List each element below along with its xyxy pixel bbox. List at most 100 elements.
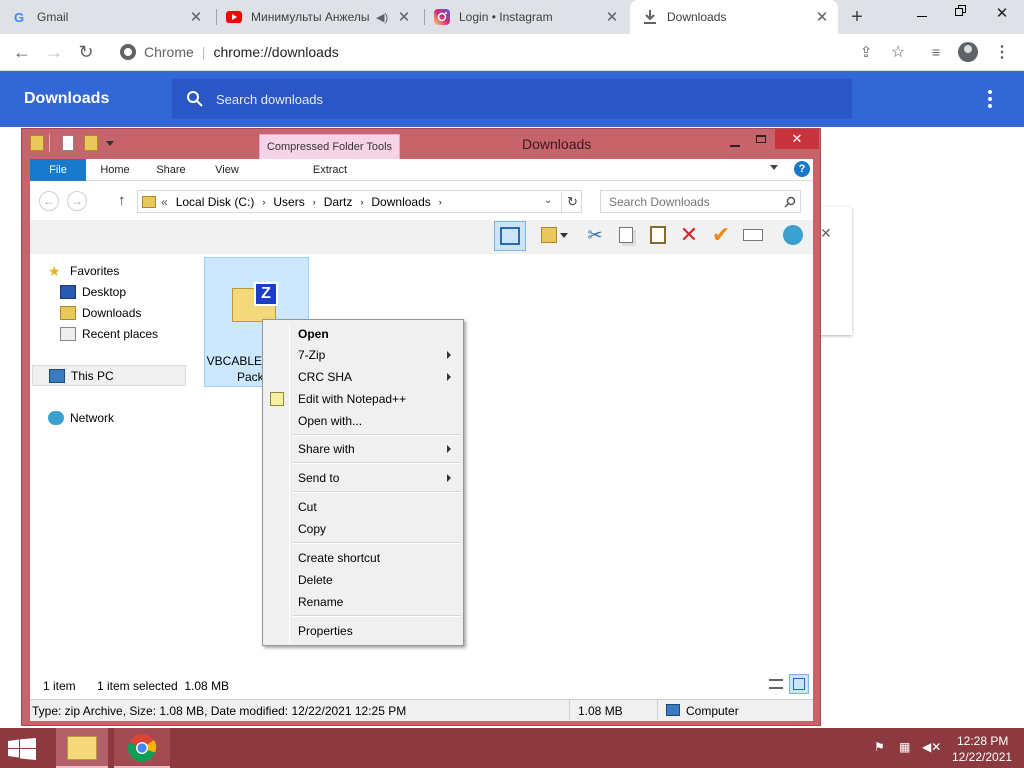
chevron-down-icon[interactable]	[558, 223, 570, 247]
file-explorer-taskbar-button[interactable]	[56, 728, 108, 768]
volume-muted-icon[interactable]: ◀✕	[922, 740, 941, 756]
close-window-button[interactable]: ✕	[994, 4, 1010, 22]
tab-share[interactable]: Share	[146, 159, 196, 181]
forward-button[interactable]: →	[40, 38, 68, 66]
window-title: Downloads	[522, 136, 592, 152]
menu-item-send-to[interactable]: Send to	[265, 467, 461, 489]
nav-recent-places[interactable]: Recent places	[60, 324, 158, 344]
omnibox-url: chrome://downloads	[213, 44, 339, 60]
remove-download-icon[interactable]: ✕	[820, 225, 832, 242]
globe-icon[interactable]	[780, 223, 806, 247]
share-icon[interactable]: ⇪	[852, 38, 880, 66]
nav-network[interactable]: Network	[48, 408, 114, 428]
omnibox[interactable]: Chrome | chrome://downloads	[110, 37, 840, 67]
menu-separator	[293, 542, 461, 544]
help-icon[interactable]: ?	[794, 161, 810, 177]
star-icon[interactable]: ☆	[884, 38, 912, 66]
new-folder-icon[interactable]	[84, 135, 98, 151]
tab-extract[interactable]: Extract	[260, 159, 400, 181]
menu-item-copy[interactable]: Copy	[265, 518, 461, 540]
more-options-icon[interactable]	[982, 89, 998, 109]
explorer-search[interactable]	[600, 190, 801, 213]
details-view-icon[interactable]	[767, 675, 785, 693]
downloads-search[interactable]	[172, 79, 852, 119]
back-button[interactable]: ←	[8, 38, 36, 66]
close-icon[interactable]: ✕	[814, 9, 830, 26]
breadcrumb-prefix[interactable]: «	[161, 195, 168, 209]
nav-this-pc[interactable]: This PC	[32, 365, 186, 386]
action-center-flag-icon[interactable]: ⚑	[874, 740, 890, 756]
menu-item-edit-notepad[interactable]: Edit with Notepad++	[265, 388, 461, 410]
tab-downloads[interactable]: Downloads ✕	[630, 0, 838, 34]
nav-downloads[interactable]: Downloads	[60, 303, 141, 323]
menu-item-properties[interactable]: Properties	[265, 620, 461, 642]
close-icon[interactable]: ✕	[396, 9, 412, 26]
menu-item-7zip[interactable]: 7-Zip	[265, 344, 461, 366]
nav-favorites[interactable]: ★ Favorites	[48, 261, 119, 281]
speaker-icon[interactable]: ◀)	[376, 11, 390, 24]
address-dropdown-icon[interactable]: ⌄	[544, 195, 552, 206]
tab-file[interactable]: File	[30, 159, 86, 181]
chrome-taskbar-button[interactable]	[114, 728, 170, 768]
cut-icon[interactable]: ✂	[582, 223, 608, 247]
menu-item-share-with[interactable]: Share with	[265, 438, 461, 460]
item-count: 1 item	[43, 679, 76, 693]
large-icons-view-icon[interactable]	[789, 674, 809, 694]
properties-icon[interactable]	[62, 135, 74, 151]
search-input[interactable]	[216, 91, 816, 107]
menu-item-create-shortcut[interactable]: Create shortcut	[265, 547, 461, 569]
media-controls-icon[interactable]: ≡	[922, 38, 950, 66]
restore-button[interactable]	[955, 5, 969, 19]
maximize-button[interactable]	[748, 131, 774, 151]
address-bar[interactable]: « Local Disk (C:) › Users › Dartz › Down…	[137, 190, 582, 213]
chrome-menu-icon[interactable]: ⋮	[988, 38, 1016, 66]
checkmark-icon[interactable]: ✔	[708, 222, 734, 247]
explorer-search-input[interactable]	[609, 194, 784, 209]
rename-icon[interactable]	[740, 223, 766, 247]
ribbon-expand-icon[interactable]	[770, 165, 778, 170]
close-button[interactable]: ✕	[775, 129, 819, 149]
close-icon[interactable]: ✕	[188, 9, 204, 26]
new-tab-button[interactable]: +	[846, 6, 868, 28]
menu-separator	[293, 615, 461, 617]
tab-home[interactable]: Home	[90, 159, 140, 181]
breadcrumb-chevron-icon: ›	[438, 196, 442, 207]
clock-date[interactable]: 12/22/2021	[952, 750, 1012, 764]
menu-item-open[interactable]: Open	[265, 323, 461, 345]
taskbar: ⚑ ▦ ◀✕ 12:28 PM 12/22/2021	[0, 728, 1024, 768]
tab-youtube[interactable]: Минимульты Анжелы ◀) ✕	[226, 0, 420, 34]
back-button[interactable]: ←	[39, 191, 59, 211]
menu-item-delete[interactable]: Delete	[265, 569, 461, 591]
reload-button[interactable]: ↻	[72, 38, 100, 66]
minimize-button[interactable]	[722, 135, 748, 155]
breadcrumb-dartz[interactable]: Dartz	[324, 195, 353, 209]
copy-icon[interactable]	[613, 223, 639, 247]
breadcrumb-downloads[interactable]: Downloads	[371, 195, 430, 209]
tab-view[interactable]: View	[202, 159, 252, 181]
close-icon[interactable]: ✕	[604, 9, 620, 26]
tab-instagram[interactable]: Login • Instagram ✕	[434, 0, 628, 34]
profile-avatar[interactable]	[954, 38, 982, 66]
refresh-button[interactable]: ↻	[561, 192, 583, 212]
nav-desktop[interactable]: Desktop	[60, 282, 126, 302]
folder-icon	[67, 736, 97, 760]
tab-gmail[interactable]: G Gmail ✕	[12, 0, 212, 34]
svg-text:G: G	[14, 10, 24, 24]
menu-item-crc-sha[interactable]: CRC SHA	[265, 366, 461, 388]
preview-pane-icon[interactable]	[494, 221, 526, 251]
up-button[interactable]: ↑	[118, 192, 126, 209]
paste-icon[interactable]	[645, 223, 671, 247]
menu-item-open-with[interactable]: Open with...	[265, 410, 461, 432]
forward-button[interactable]: →	[67, 191, 87, 211]
menu-item-cut[interactable]: Cut	[265, 496, 461, 518]
delete-icon[interactable]: ✕	[676, 222, 702, 247]
submenu-arrow-icon	[447, 373, 451, 381]
windows-start-icon[interactable]	[8, 738, 38, 760]
minimize-button[interactable]	[914, 8, 930, 24]
breadcrumb-users[interactable]: Users	[273, 195, 304, 209]
menu-item-rename[interactable]: Rename	[265, 591, 461, 613]
chevron-down-icon[interactable]	[106, 141, 114, 146]
network-tray-icon[interactable]: ▦	[899, 740, 915, 756]
clock-time[interactable]: 12:28 PM	[957, 734, 1008, 748]
breadcrumb-local-disk[interactable]: Local Disk (C:)	[176, 195, 255, 209]
